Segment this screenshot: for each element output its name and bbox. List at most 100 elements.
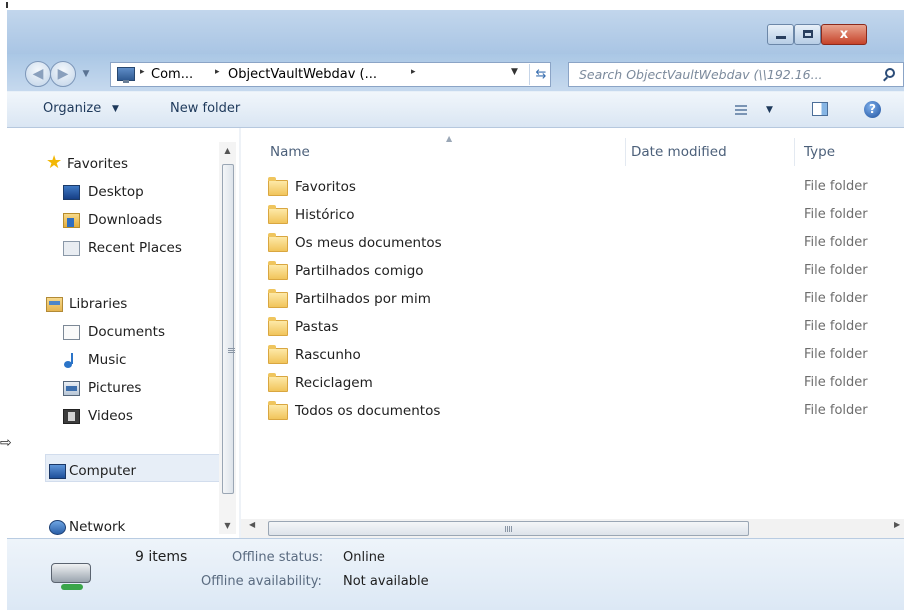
file-type: File folder (804, 375, 868, 390)
help-icon[interactable]: ? (864, 101, 881, 118)
window-edge-mark (6, 2, 8, 8)
search-icon[interactable] (885, 68, 895, 78)
command-bar: Organize ▼ New folder ▼ ? (7, 91, 904, 128)
network-drive-icon (47, 555, 95, 595)
forward-arrow-icon: ▶ (57, 66, 69, 82)
file-type: File folder (804, 319, 868, 334)
column-divider[interactable] (625, 138, 626, 166)
refresh-button[interactable]: ⇆ (529, 64, 552, 85)
maximize-icon (803, 30, 813, 38)
file-row[interactable]: Histórico File folder (241, 202, 904, 230)
scrollbar-grip (505, 526, 513, 532)
drive-body (51, 563, 91, 583)
back-button[interactable]: ◀ (25, 61, 51, 87)
offline-status-value: Online (343, 550, 385, 565)
file-row[interactable]: Todos os documentos File folder (241, 398, 904, 426)
search-box[interactable]: Search ObjectVaultWebdav (\\192.16... (568, 62, 904, 87)
minimize-button[interactable] (767, 24, 794, 45)
nav-label: Downloads (88, 212, 163, 228)
offline-availability-value: Not available (343, 574, 429, 589)
file-name: Histórico (295, 207, 355, 223)
scroll-left-icon[interactable]: ◀ (249, 520, 255, 529)
title-bar: x (7, 10, 904, 54)
close-button[interactable]: x (821, 24, 867, 45)
navigation-scrollbar[interactable]: ▲ ▼ (219, 142, 236, 534)
file-type: File folder (804, 403, 868, 418)
folder-icon (268, 205, 288, 224)
views-icon[interactable] (735, 105, 747, 115)
item-count: 9 items (135, 549, 188, 565)
forward-button[interactable]: ▶ (50, 61, 76, 87)
file-row[interactable]: Favoritos File folder (241, 174, 904, 202)
file-row[interactable]: Pastas File folder (241, 314, 904, 342)
file-row[interactable]: Partilhados por mim File folder (241, 286, 904, 314)
breadcrumb-separator[interactable]: ▸ (411, 67, 416, 77)
recent-places-icon (63, 241, 80, 256)
file-name: Partilhados comigo (295, 263, 424, 279)
refresh-icon: ⇆ (535, 67, 547, 82)
breadcrumb-separator[interactable]: ▸ (215, 67, 220, 77)
file-row[interactable]: Rascunho File folder (241, 342, 904, 370)
column-header-name[interactable]: Name (270, 144, 310, 160)
scroll-right-icon[interactable]: ▶ (894, 520, 900, 529)
horizontal-scrollbar[interactable]: ◀ ▶ (241, 519, 904, 538)
file-name: Favoritos (295, 179, 356, 195)
close-icon: x (839, 27, 849, 42)
libraries-icon (46, 297, 63, 312)
scrollbar-thumb[interactable] (222, 164, 235, 494)
resize-cursor-icon: ⇨ (0, 435, 12, 451)
network-cable (61, 584, 83, 590)
nav-label: Videos (88, 408, 133, 424)
documents-icon (63, 325, 80, 340)
folder-icon (268, 233, 288, 252)
file-type: File folder (804, 291, 868, 306)
explorer-window: x ◀ ▶ ▼ ▸ Com... ▸ ObjectVaultWebdav (..… (7, 10, 904, 610)
star-icon: ★ (46, 152, 63, 173)
file-list: ▲ Name Date modified Type Favoritos File … (241, 128, 904, 538)
file-name: Partilhados por mim (295, 291, 431, 307)
folder-icon (268, 345, 288, 364)
folder-icon (268, 177, 288, 196)
nav-label: Pictures (88, 380, 142, 396)
details-pane: 9 items Offline status: Online Offline a… (7, 538, 904, 610)
folder-icon (268, 373, 288, 392)
new-folder-button[interactable]: New folder (170, 101, 240, 116)
organize-button[interactable]: Organize (43, 101, 101, 116)
music-icon (63, 353, 80, 368)
nav-label: Network (69, 519, 126, 535)
maximize-button[interactable] (794, 24, 821, 45)
nav-label: Computer (69, 463, 137, 479)
sort-ascending-icon: ▲ (446, 134, 453, 143)
column-divider[interactable] (794, 138, 795, 166)
chevron-down-icon: ▼ (82, 69, 90, 79)
minimize-icon (776, 36, 786, 39)
scrollbar-thumb[interactable] (268, 521, 749, 536)
folder-icon (268, 401, 288, 420)
organize-dropdown-icon[interactable]: ▼ (112, 104, 119, 114)
file-row[interactable]: Partilhados comigo File folder (241, 258, 904, 286)
content-area: ★ Favorites Desktop Downloads Recent Pla… (7, 128, 904, 538)
column-header-type[interactable]: Type (804, 144, 835, 160)
preview-pane-icon[interactable] (812, 102, 828, 116)
scroll-down-icon[interactable]: ▼ (219, 517, 236, 534)
breadcrumb-objectvault[interactable]: ObjectVaultWebdav (... (228, 67, 377, 82)
address-dropdown-button[interactable]: ▼ (511, 67, 518, 77)
breadcrumb-separator[interactable]: ▸ (140, 67, 145, 77)
file-type: File folder (804, 347, 868, 362)
pictures-icon (63, 381, 80, 396)
address-bar[interactable]: ▸ Com... ▸ ObjectVaultWebdav (... ▸ ▼ ⇆ (110, 62, 551, 87)
column-header-date-modified[interactable]: Date modified (631, 144, 727, 160)
file-row[interactable]: Reciclagem File folder (241, 370, 904, 398)
search-input[interactable]: Search ObjectVaultWebdav (\\192.16... (579, 67, 869, 82)
file-name: Reciclagem (295, 375, 373, 391)
file-name: Os meus documentos (295, 235, 442, 251)
computer-network-icon (117, 67, 135, 83)
desktop-icon (63, 185, 80, 200)
recent-pages-button[interactable]: ▼ (79, 63, 93, 85)
file-row[interactable]: Os meus documentos File folder (241, 230, 904, 258)
views-dropdown-icon[interactable]: ▼ (766, 105, 773, 115)
scroll-up-icon[interactable]: ▲ (219, 142, 236, 159)
breadcrumb-computer[interactable]: Com... (151, 67, 193, 82)
folder-icon (268, 261, 288, 280)
downloads-icon (63, 213, 80, 228)
